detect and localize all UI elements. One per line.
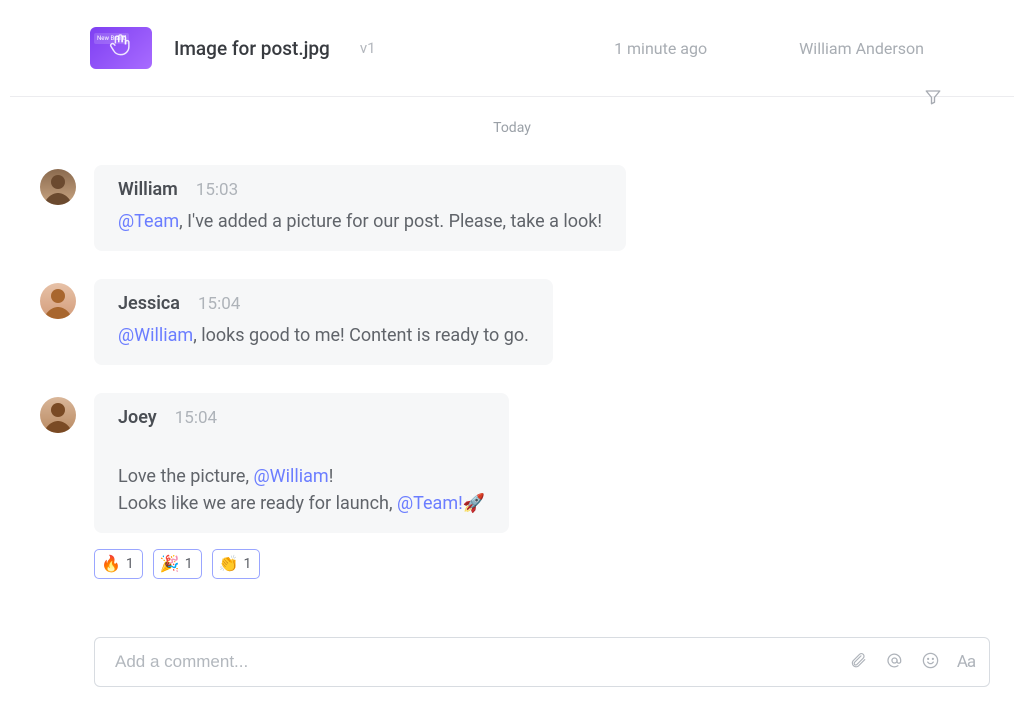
- mention[interactable]: @William: [118, 325, 193, 346]
- date-separator: Today: [0, 120, 1024, 136]
- format-button[interactable]: Aa: [955, 651, 977, 673]
- reaction[interactable]: 🔥 1: [94, 549, 143, 579]
- party-emoji: 🎉: [160, 556, 180, 572]
- comment-author: William: [118, 179, 178, 200]
- comment-time: 15:03: [196, 180, 238, 200]
- comment-bubble[interactable]: Joey 15:04 Love the picture, @William! L…: [94, 393, 509, 533]
- reaction-count: 1: [126, 556, 134, 572]
- comment-author: Joey: [118, 407, 157, 428]
- comment: Joey 15:04 Love the picture, @William! L…: [40, 393, 984, 579]
- fire-emoji: 🔥: [101, 556, 121, 572]
- avatar[interactable]: [40, 283, 76, 319]
- paperclip-icon: [849, 651, 867, 673]
- comment-time: 15:04: [175, 408, 217, 428]
- reaction-count: 1: [185, 556, 193, 572]
- reaction[interactable]: 👏 1: [212, 549, 261, 579]
- avatar[interactable]: [40, 169, 76, 205]
- comment-bubble[interactable]: William 15:03 @Team, I've added a pictur…: [94, 165, 626, 251]
- file-version: v1: [360, 39, 376, 57]
- comment-input[interactable]: [113, 651, 847, 673]
- hand-icon: [108, 31, 135, 62]
- comment-time: 15:04: [198, 294, 240, 314]
- smiley-icon: [921, 651, 940, 674]
- mention[interactable]: @Team: [118, 211, 179, 232]
- emoji-button[interactable]: [919, 651, 941, 673]
- comment-body: Love the picture, @William! Looks like w…: [118, 436, 485, 517]
- mention[interactable]: @William: [253, 466, 328, 487]
- filter-icon: [924, 88, 942, 110]
- mention[interactable]: @Team!: [397, 493, 463, 514]
- comment-body: @William, looks good to me! Content is r…: [118, 322, 529, 349]
- avatar[interactable]: [40, 397, 76, 433]
- divider: [10, 96, 1014, 97]
- comment-bubble[interactable]: Jessica 15:04 @William, looks good to me…: [94, 279, 553, 365]
- mention-button[interactable]: [883, 651, 905, 673]
- reaction-count: 1: [244, 556, 252, 572]
- attachment-button[interactable]: [847, 651, 869, 673]
- at-icon: [885, 651, 904, 674]
- comment: William 15:03 @Team, I've added a pictur…: [40, 165, 984, 251]
- file-owner[interactable]: William Anderson: [799, 39, 924, 58]
- comment-body: @Team, I've added a picture for our post…: [118, 208, 602, 235]
- file-row: New Brand Image for post.jpg v1 1 minute…: [0, 12, 1024, 84]
- reactions: 🔥 1 🎉 1 👏 1: [94, 549, 509, 579]
- file-thumbnail[interactable]: New Brand: [90, 27, 152, 69]
- comment: Jessica 15:04 @William, looks good to me…: [40, 279, 984, 365]
- file-time: 1 minute ago: [614, 39, 707, 58]
- comment-composer[interactable]: Aa: [94, 637, 990, 687]
- clap-emoji: 👏: [219, 556, 239, 572]
- comments-list: William 15:03 @Team, I've added a pictur…: [40, 165, 984, 607]
- filter-button[interactable]: [920, 86, 946, 112]
- comment-author: Jessica: [118, 293, 180, 314]
- reaction[interactable]: 🎉 1: [153, 549, 202, 579]
- format-icon: Aa: [957, 652, 975, 672]
- file-name[interactable]: Image for post.jpg: [174, 37, 330, 60]
